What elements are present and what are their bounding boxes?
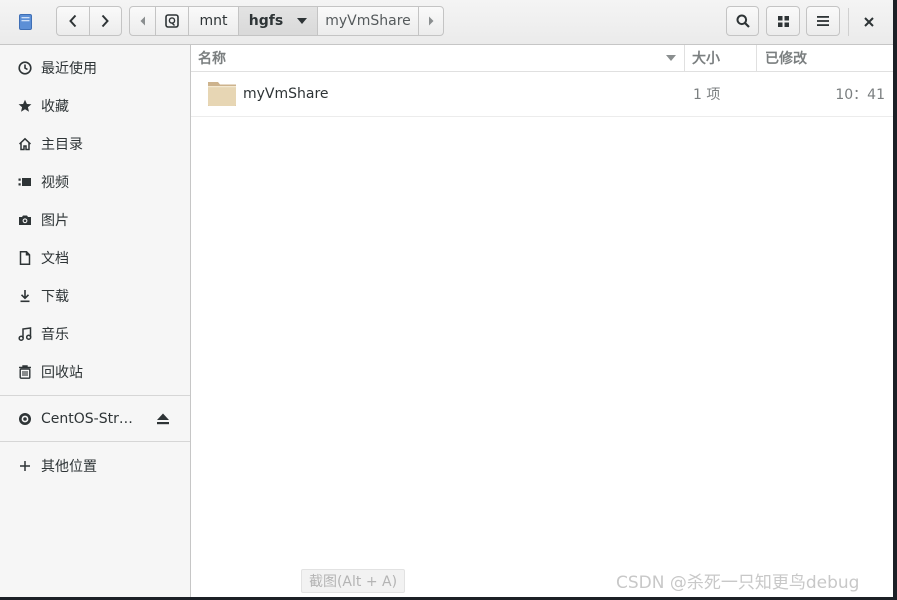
file-name: myVmShare — [243, 86, 329, 102]
hamburger-menu-icon — [817, 16, 829, 26]
header-bar: mnt hgfs myVmShare — [0, 0, 893, 45]
close-icon — [864, 17, 874, 27]
dropdown-arrow-icon — [297, 18, 308, 24]
file-modified: 10：41 — [835, 87, 885, 103]
file-size: 1 项 — [693, 87, 721, 103]
music-icon — [17, 326, 33, 342]
sidebar-item-recent[interactable]: 最近使用 — [0, 51, 190, 85]
chevron-right-icon — [102, 14, 110, 28]
document-icon — [17, 250, 33, 266]
menu-button[interactable] — [806, 6, 840, 36]
sidebar-item-label: 下载 — [41, 289, 69, 305]
column-header-label: 已修改 — [765, 51, 807, 67]
plus-icon — [17, 458, 33, 474]
download-icon — [17, 288, 33, 304]
sidebar-item-music[interactable]: 音乐 — [0, 317, 190, 351]
sidebar-item-label: 最近使用 — [41, 61, 97, 77]
path-segment-myvmshare[interactable]: myVmShare — [317, 7, 418, 35]
view-grid-button[interactable] — [766, 6, 800, 36]
tooltip-text: 截图(Alt + A) — [308, 574, 398, 590]
sidebar-item-label: 文档 — [41, 251, 69, 267]
back-button[interactable] — [57, 7, 89, 35]
triangle-right-icon — [429, 16, 434, 26]
path-scroll-right-button[interactable] — [418, 7, 443, 35]
column-header-label: 大小 — [692, 51, 720, 67]
home-icon — [17, 136, 33, 152]
sidebar-item-label: CentOS-Str… — [41, 411, 133, 427]
recent-icon — [17, 60, 33, 76]
column-header-name[interactable]: 名称 — [191, 45, 685, 71]
search-button[interactable] — [726, 6, 759, 36]
path-segment-label: mnt — [199, 13, 228, 29]
column-header-modified[interactable]: 已修改 — [757, 45, 893, 71]
path-segment-hgfs[interactable]: hgfs — [238, 7, 317, 35]
sidebar-divider — [0, 395, 190, 396]
grid-icon — [777, 15, 789, 27]
sidebar-item-documents[interactable]: 文档 — [0, 241, 190, 275]
camera-icon — [17, 212, 33, 228]
column-header-size[interactable]: 大小 — [685, 45, 757, 71]
path-segment-mnt[interactable]: mnt — [188, 7, 238, 35]
column-header-row: 名称 大小 已修改 — [191, 45, 893, 72]
file-manager-window: mnt hgfs myVmShare 最近使用 收藏 主目录 视频 图片 文档 … — [0, 0, 893, 597]
screenshot-tooltip: 截图(Alt + A) — [301, 569, 405, 593]
sidebar-item-label: 图片 — [41, 213, 69, 229]
watermark: CSDN @杀死一只知更鸟debug — [616, 573, 860, 593]
sidebar-item-trash[interactable]: 回收站 — [0, 355, 190, 389]
desktop-edge-right — [893, 0, 897, 600]
path-segment-label: hgfs — [248, 13, 284, 29]
video-icon — [17, 174, 33, 190]
sidebar-item-label: 回收站 — [41, 365, 83, 381]
eject-button[interactable] — [156, 412, 170, 426]
path-scroll-left-button[interactable] — [130, 7, 155, 35]
sidebar-item-label: 收藏 — [41, 99, 69, 115]
sidebar-item-starred[interactable]: 收藏 — [0, 89, 190, 123]
path-segment-label: myVmShare — [325, 13, 411, 29]
triangle-left-icon — [140, 16, 145, 26]
file-list-view: 名称 大小 已修改 myVmShare 1 项 10：41 — [191, 45, 893, 597]
trash-icon — [17, 364, 33, 380]
eject-icon — [157, 413, 169, 425]
disc-icon — [17, 411, 33, 427]
folder-icon — [207, 78, 237, 108]
sidebar: 最近使用 收藏 主目录 视频 图片 文档 下载 音乐 回收站 CentOS-St… — [0, 45, 191, 597]
file-row[interactable]: myVmShare 1 项 10：41 — [191, 72, 893, 117]
close-button[interactable] — [861, 14, 877, 30]
sidebar-item-home[interactable]: 主目录 — [0, 127, 190, 161]
sidebar-item-label: 视频 — [41, 175, 69, 191]
chevron-left-icon — [68, 14, 76, 28]
path-root-button[interactable] — [155, 7, 188, 35]
sidebar-item-videos[interactable]: 视频 — [0, 165, 190, 199]
sidebar-item-pictures[interactable]: 图片 — [0, 203, 190, 237]
sidebar-item-downloads[interactable]: 下载 — [0, 279, 190, 313]
drive-icon — [165, 14, 179, 28]
header-separator — [848, 8, 849, 36]
sidebar-item-label: 主目录 — [41, 137, 83, 153]
files-app-icon — [19, 14, 32, 30]
column-header-label: 名称 — [198, 51, 226, 67]
sidebar-item-label: 其他位置 — [41, 459, 97, 475]
sidebar-divider — [0, 441, 190, 442]
sort-descending-icon — [666, 55, 676, 61]
sidebar-item-other-locations[interactable]: 其他位置 — [0, 449, 190, 483]
forward-button[interactable] — [88, 7, 122, 35]
star-icon — [17, 98, 33, 114]
navigation-buttons — [56, 6, 122, 36]
search-icon — [736, 14, 750, 28]
sidebar-item-label: 音乐 — [41, 327, 69, 343]
path-bar: mnt hgfs myVmShare — [129, 6, 444, 36]
